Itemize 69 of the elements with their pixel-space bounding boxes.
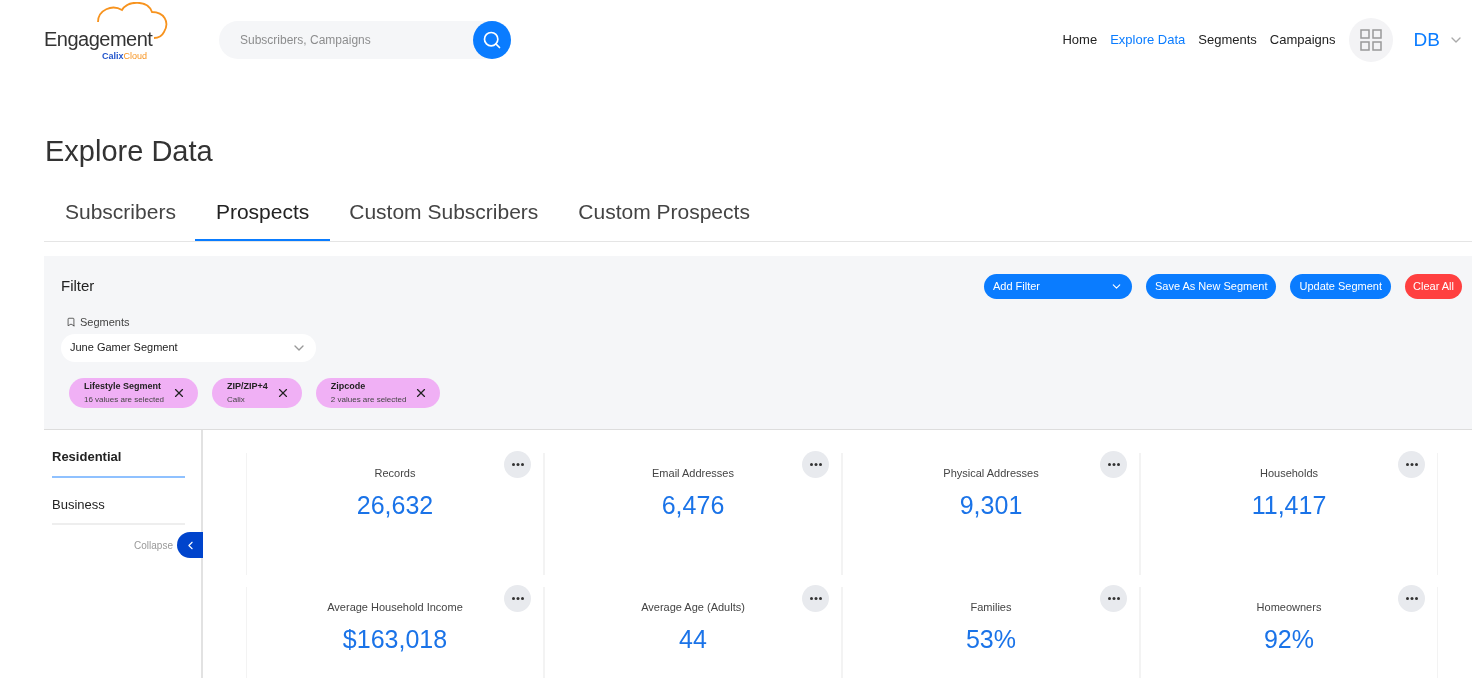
metric-value: 11,417 [1251,489,1327,521]
more-button[interactable] [504,585,531,612]
more-button[interactable] [802,451,829,478]
filter-title: Filter [61,276,95,297]
nav-link[interactable]: Home [1062,30,1098,50]
filter-chip[interactable]: ZIP/ZIP+4 Calix [212,377,302,408]
more-button[interactable] [1100,585,1127,612]
more-button[interactable] [1100,451,1127,478]
search-field[interactable]: Subscribers, Campaigns [219,21,473,59]
more-button[interactable] [1398,451,1425,478]
grid-icon [1359,29,1382,51]
more-button[interactable] [1398,585,1425,612]
nav-link[interactable]: Explore Data [1110,30,1186,50]
chip-detail: 2 values are selected [330,393,407,406]
metric-label: Records [374,466,416,481]
more-icon [511,463,524,466]
metric-value: 44 [679,623,707,655]
metric-value: 9,301 [959,489,1023,521]
metric-value: 92% [1263,623,1314,655]
segment-dropdown[interactable]: June Gamer Segment [61,333,316,362]
bookmark-icon [66,317,76,328]
nav-link[interactable]: Campaigns [1269,30,1336,50]
metric-label: Email Addresses [652,466,734,481]
tab[interactable]: Custom Prospects [557,195,771,241]
metric-label: Homeowners [1256,600,1322,615]
nav-link[interactable]: Segments [1198,30,1257,50]
metric-value: 53% [965,623,1016,655]
chip-detail: Calix [227,393,246,406]
tab[interactable]: Prospects [194,195,331,241]
metric-label: Average Household Income [327,600,463,615]
page-title: Explore Data [45,134,214,169]
chip-title: Zipcode [330,379,367,393]
sidebar-item[interactable]: Business [52,477,185,525]
metric-value: 6,476 [661,489,725,521]
more-button[interactable] [504,451,531,478]
chip-title: ZIP/ZIP+4 [227,379,268,393]
more-icon [809,463,822,466]
search-button[interactable] [473,21,511,59]
save-segment-button[interactable]: Save As New Segment [1145,274,1277,299]
metric-value: $163,018 [342,623,448,655]
logo-brand: Calix [102,50,124,64]
more-icon [1405,463,1418,466]
filter-chip[interactable]: Lifestyle Segment 16 values are selected [69,377,199,408]
metric-label: Physical Addresses [943,466,1039,481]
metric-label: Average Age (Adults) [641,600,745,615]
update-segment-button[interactable]: Update Segment [1290,274,1392,299]
search-icon [482,30,502,50]
tab[interactable]: Subscribers [44,195,197,241]
more-icon [1107,597,1120,600]
metric-label: Families [970,600,1012,615]
more-button[interactable] [802,585,829,612]
logo-name: Engagement [44,27,153,52]
chip-detail: 16 values are selected [84,393,165,406]
add-filter-dropdown[interactable]: Add Filter [983,274,1132,299]
filter-chip[interactable]: Zipcode 2 values are selected [315,377,441,408]
metric-value: 26,632 [356,489,434,521]
segments-label: Segments [80,315,130,330]
collapse-label: Collapse [134,538,173,553]
metric-label: Households [1259,466,1319,481]
chip-title: Lifestyle Segment [84,379,163,393]
logo-brand-suffix: Cloud [123,50,148,64]
more-icon [1405,597,1418,600]
sidebar-item[interactable]: Residential [52,430,185,478]
user-menu[interactable]: DB [1413,25,1464,55]
collapse-button[interactable] [177,532,203,558]
more-icon [809,597,822,600]
more-icon [1107,463,1120,466]
tab[interactable]: Custom Subscribers [328,195,560,241]
more-icon [511,597,524,600]
